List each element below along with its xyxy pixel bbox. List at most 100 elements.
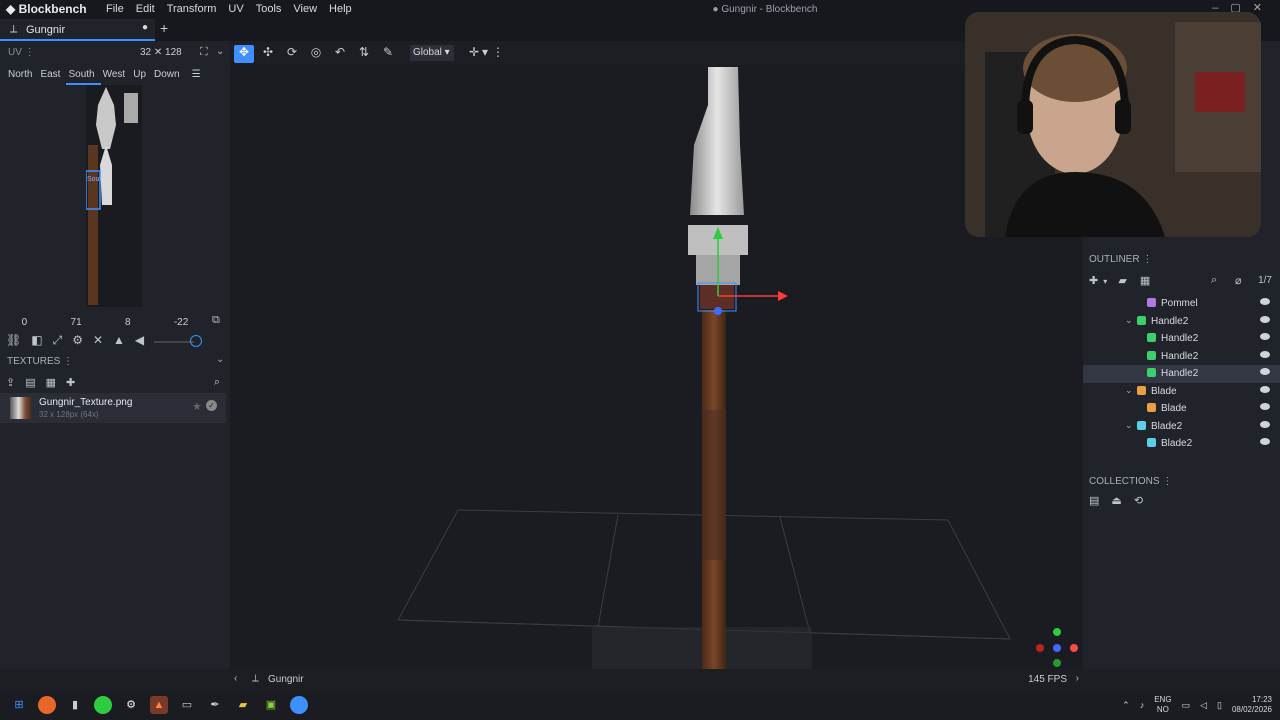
clip-icon[interactable]: ⌀ [1235, 274, 1242, 287]
chevron-left-icon[interactable]: ‹ [234, 673, 237, 684]
chrome-icon[interactable] [94, 696, 112, 714]
face-south[interactable]: South [66, 67, 101, 85]
visibility-eye-icon[interactable] [1260, 333, 1270, 340]
opacity-slider-handle[interactable] [190, 335, 203, 347]
outliner-node-handle2[interactable]: Handle2 [1083, 348, 1280, 366]
windows-start-icon[interactable]: ⊞ [10, 696, 28, 714]
vlc-icon[interactable]: ▲ [150, 696, 168, 714]
outliner-group-handle2[interactable]: ⌄ Handle2 [1083, 313, 1280, 331]
pivot-tool-icon[interactable]: ◎ [306, 45, 326, 63]
outliner-group-blade[interactable]: ⌄ Blade [1083, 383, 1280, 401]
clock[interactable]: 17:23 08/02/2026 [1232, 695, 1272, 715]
face-down[interactable]: Down [152, 67, 186, 85]
uv-value-w[interactable]: 8 [125, 317, 131, 328]
outliner-search-icon[interactable]: ⌕ [1211, 274, 1217, 287]
visibility-eye-icon[interactable] [1260, 438, 1270, 445]
add-cube-icon[interactable]: ✚ [1089, 275, 1098, 287]
create-texture-icon[interactable]: ▦ [46, 376, 56, 389]
clear-icon[interactable]: ✕ [93, 333, 103, 351]
uv-value-y[interactable]: 71 [71, 317, 82, 328]
outliner-node-blade[interactable]: Blade [1083, 400, 1280, 418]
uv-value-x[interactable]: 0 [22, 317, 28, 328]
rotate-icon[interactable]: ◀ [135, 333, 144, 351]
tab-gungnir[interactable]: ⟂ Gungnir ● [0, 19, 155, 41]
expand-chevron-icon[interactable]: ⌄ [1125, 315, 1133, 326]
new-tab-button[interactable]: + [160, 20, 168, 36]
pivot-dropdown-icon[interactable]: ▾ [480, 45, 490, 63]
face-west[interactable]: West [101, 67, 132, 85]
visibility-eye-icon[interactable] [1260, 403, 1270, 410]
expand-chevron-icon[interactable]: ⌄ [1125, 420, 1133, 431]
network-icon[interactable]: ▭ [1182, 700, 1191, 711]
export-collection-icon[interactable]: ⏏ [1111, 494, 1121, 507]
vertex-snap-icon[interactable]: ↶ [330, 45, 350, 63]
unsaved-dot-icon[interactable]: ● [142, 22, 148, 33]
link-icon[interactable]: ⛓ [6, 333, 21, 351]
copy-icon[interactable]: ⧉ [212, 314, 220, 327]
add-group-icon[interactable]: ▰ [1118, 275, 1126, 287]
gear-icon[interactable]: ⚙ [72, 333, 83, 351]
refresh-collection-icon[interactable]: ⟲ [1134, 494, 1143, 507]
face-east[interactable]: East [38, 67, 66, 85]
terminal-icon[interactable]: ▭ [178, 696, 196, 714]
check-icon[interactable]: ✓ [206, 400, 217, 411]
face-up[interactable]: Up [131, 67, 152, 85]
collapse-textures-icon[interactable]: ⌄ [216, 354, 224, 365]
rotate-tool-icon[interactable]: ⟳ [282, 45, 302, 63]
tray-chevron-icon[interactable]: ⌃ [1122, 700, 1130, 711]
visibility-eye-icon[interactable] [1260, 368, 1270, 375]
settings-icon[interactable]: ⚙ [122, 696, 140, 714]
close-icon[interactable]: ✕ [1253, 2, 1274, 14]
resize-tool-icon[interactable]: ⇅ [354, 45, 374, 63]
save-texture-icon[interactable]: ▤ [25, 376, 35, 389]
blockbench-taskbar-icon[interactable] [290, 696, 308, 714]
outliner-group-blade2[interactable]: ⌄ Blade2 [1083, 418, 1280, 436]
visibility-eye-icon[interactable] [1260, 350, 1270, 358]
battery-icon[interactable]: ▯ [1217, 700, 1222, 711]
visibility-eye-icon[interactable] [1260, 298, 1270, 305]
uv-value-h[interactable]: -22 [174, 317, 188, 328]
import-texture-icon[interactable]: ⇪ [6, 376, 15, 389]
outliner-node-blade2[interactable]: Blade2 [1083, 435, 1280, 453]
fill-icon[interactable]: ◧ [31, 333, 42, 351]
maximize-uv-icon[interactable]: ⤢ [53, 333, 63, 351]
chevron-down-icon[interactable]: ⌄ [216, 46, 224, 57]
folder-icon[interactable]: ▰ [234, 696, 252, 714]
language-indicator[interactable]: ENG NO [1154, 695, 1171, 715]
app-icon[interactable]: ▮ [66, 696, 84, 714]
atlas-icon[interactable]: ✚ [66, 376, 75, 389]
move-tool-button[interactable]: ✥ [234, 45, 254, 63]
visibility-eye-icon[interactable] [1260, 385, 1270, 393]
translate-icon[interactable]: ✣ [258, 45, 278, 63]
fullscreen-icon[interactable]: ⛶ [200, 46, 208, 59]
volume-icon[interactable]: ◁ [1200, 700, 1207, 711]
outliner-node-handle2[interactable]: Handle2 [1083, 330, 1280, 348]
search-icon[interactable]: ⌕ [214, 376, 220, 389]
expand-chevron-icon[interactable]: ⌄ [1125, 385, 1133, 396]
texture-item[interactable]: Gungnir_Texture.png 32 x 128px (64x) ★ ✓ [0, 393, 226, 423]
minecraft-icon[interactable]: ▣ [262, 696, 280, 714]
transform-space-select[interactable]: Global ▾ [410, 45, 454, 61]
face-options-icon[interactable]: ☰ [190, 67, 207, 85]
gizmo-z-handle[interactable] [714, 307, 722, 315]
texture-mode-icon[interactable]: ▦ [1140, 275, 1150, 287]
add-collection-icon[interactable]: ▤ [1089, 494, 1099, 507]
mirror-icon[interactable]: ▲ [113, 333, 125, 351]
star-icon[interactable]: ★ [192, 400, 202, 413]
pen-icon[interactable]: ✒ [206, 696, 224, 714]
chevron-right-icon[interactable]: › [1076, 673, 1079, 684]
orientation-gizmo[interactable] [1036, 628, 1078, 667]
more-icon[interactable]: ⋮ [492, 45, 504, 63]
gizmo-x-arrow[interactable] [778, 291, 788, 301]
visibility-eye-icon[interactable] [1260, 315, 1270, 323]
outliner-node-pommel[interactable]: Pommel [1083, 295, 1280, 313]
face-north[interactable]: North [6, 67, 38, 85]
outliner-node-handle2-selected[interactable]: Handle2 [1083, 365, 1280, 383]
add-dropdown-icon[interactable]: ▾ [1103, 277, 1107, 286]
opacity-slider[interactable] [154, 341, 195, 343]
paint-brush-icon[interactable]: ✎ [378, 45, 398, 63]
firefox-icon[interactable] [38, 696, 56, 714]
uv-editor-canvas[interactable]: Sout [85, 85, 142, 307]
microphone-icon[interactable]: ♪ [1140, 700, 1145, 710]
visibility-eye-icon[interactable] [1260, 420, 1270, 428]
